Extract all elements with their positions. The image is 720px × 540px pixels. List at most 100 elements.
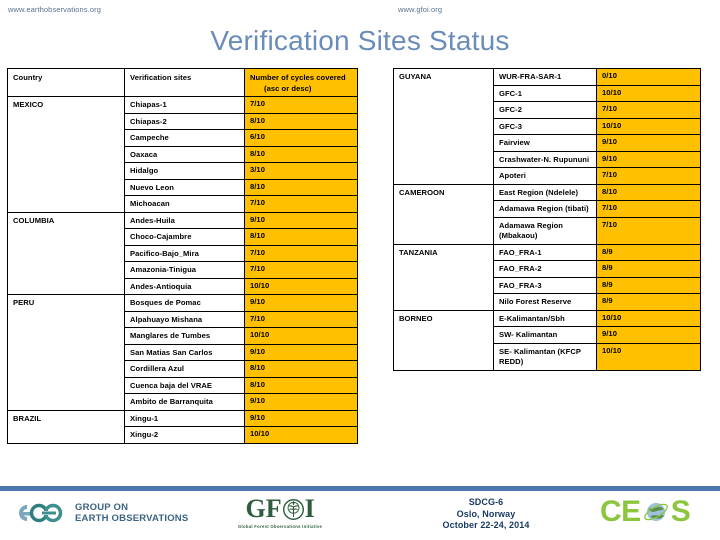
country-name: BORNEO [393,309,494,371]
cycles-covered: 10/10 [244,277,358,295]
country-name: MEXICO [7,96,125,213]
site-name: SW- Kalimantan [493,326,597,344]
site-name: Fairview [493,134,597,152]
column-header-sites: Verification sites [124,68,245,97]
event-name: SDCG-6 [468,497,504,507]
cycles-covered: 10/10 [596,117,701,135]
site-name: Cuenca baja del VRAE [124,376,245,394]
site-name: GFC-2 [493,101,597,119]
site-name: East Region (Ndelele) [493,183,597,201]
page-title: Verification Sites Status [210,25,510,56]
cycles-covered: 9/10 [596,326,701,344]
table-row: GUYANA WUR-FRA-SAR-1 0/10 [393,68,701,185]
cycles-covered: 8/10 [244,360,358,378]
country-name: PERU [7,294,125,411]
cycles-covered: 8/10 [244,178,358,196]
cycles-covered: 10/10 [244,426,358,444]
site-name: E-Kalimantan/Sbh [493,309,597,327]
site-name: GFC-1 [493,84,597,102]
gfoi-globe-tree-icon [282,498,304,520]
cycles-covered: 7/10 [244,195,358,213]
geo-logo: GROUP ON EARTH OBSERVATIONS [12,500,188,526]
site-name: Choco-Cajambre [124,228,245,246]
cycles-covered: 10/10 [244,327,358,345]
site-name: Michoacan [124,195,245,213]
ceos-letters-left: CE [600,495,641,528]
cycles-covered: 9/10 [244,343,358,361]
event-location: Oslo, Norway [456,508,516,519]
cycles-covered: 6/10 [244,129,358,147]
site-name: Alpahuayo Mishana [124,310,245,328]
site-name: Adamawa Region (tibati) [493,200,597,218]
geo-logo-line1: GROUP ON [75,502,129,513]
site-name: Xingu-1 [124,409,245,427]
site-name: Campeche [124,129,245,147]
cycles-covered: 7/10 [596,200,701,218]
gfoi-logo: GF I Global Forest Observations Initiati… [238,494,323,530]
cycles-covered: 8/9 [596,260,701,278]
site-name: FAO_FRA-1 [493,243,597,261]
table-row: BRAZIL Xingu-1 9/10 [7,409,358,444]
gfoi-letters-right: I [304,494,315,523]
site-name: Andes-Huila [124,211,245,229]
cycles-covered: 9/10 [596,150,701,168]
gfoi-tagline: Global Forest Observations Initiative [238,524,323,529]
geo-logo-text: GROUP ON EARTH OBSERVATIONS [75,502,188,524]
site-name: Andes-Antioquia [124,277,245,295]
cycles-covered: 7/10 [596,101,701,119]
column-header-country: Country [7,68,125,97]
site-name: Apoteri [493,167,597,185]
site-name: Hidalgo [124,162,245,180]
cycles-covered: 8/9 [596,243,701,261]
site-name: Adamawa Region (Mbakaou) [493,216,597,245]
cycles-covered: 8/10 [244,145,358,163]
table-row: TANZANIA FAO_FRA-1 8/9 [393,243,701,311]
table-row: CAMEROON East Region (Ndelele) 8/10 [393,183,701,245]
site-name: Chiapas-1 [124,96,245,114]
site-name: Chiapas-2 [124,112,245,130]
country-name: CAMEROON [393,183,494,245]
ceos-globe-icon [643,502,668,522]
site-name: Xingu-2 [124,426,245,444]
url-earthobservations: www.earthobservations.org [8,5,101,14]
cycles-covered: 7/10 [244,310,358,328]
cycles-covered: 8/10 [596,183,701,201]
table-header-row: Country Verification sites Number of cycle… [7,68,358,97]
site-name: FAO_FRA-2 [493,260,597,278]
cycles-covered: 0/10 [596,68,701,86]
cycles-covered: 10/10 [596,309,701,327]
cycles-covered: 9/10 [244,409,358,427]
cycles-covered: 7/10 [244,261,358,279]
site-name: GFC-3 [493,117,597,135]
cycles-covered: 8/9 [596,276,701,294]
cycles-covered: 7/10 [596,216,701,245]
cycles-covered: 9/10 [244,393,358,411]
cycles-covered: 7/10 [596,167,701,185]
site-name: SE- Kalimantan (KFCP REDD) [493,342,597,371]
gfoi-letters-left: GF [245,494,282,523]
cycles-covered: 10/10 [596,342,701,371]
column-header-cycles-line2: (asc or desc) [264,83,312,93]
table-row: PERU Bosques de Pomac 9/10 [7,294,358,411]
site-name: Bosques de Pomac [124,294,245,312]
event-date: October 22-24, 2014 [442,520,530,530]
site-name: Ambito de Barranquita [124,393,245,411]
site-name: Manglares de Tumbes [124,327,245,345]
cycles-covered: 8/10 [244,376,358,394]
site-name: Nilo Forest Reserve [493,293,597,311]
column-header-cycles: Number of cycles covered (asc or desc) [244,68,358,97]
ceos-letters-right: S [670,495,691,528]
cycles-covered: 8/10 [244,228,358,246]
table-row: COLUMBIA Andes-Huila 9/10 [7,211,358,295]
cycles-covered: 8/9 [596,293,701,311]
site-name: Amazonia-Tinigua [124,261,245,279]
cycles-covered: 7/10 [244,244,358,262]
cycles-covered: 8/10 [244,112,358,130]
ceos-logo: CE S [600,495,691,528]
country-name: COLUMBIA [7,211,125,295]
site-name: San Matias San Carlos [124,343,245,361]
country-name: TANZANIA [393,243,494,311]
verification-sites-table-right: GUYANA WUR-FRA-SAR-1 0/10 GFC-1 10/10 GFC-2 7/… [393,68,701,371]
cycles-covered: 9/10 [244,211,358,229]
geo-mark-icon [19,503,63,523]
